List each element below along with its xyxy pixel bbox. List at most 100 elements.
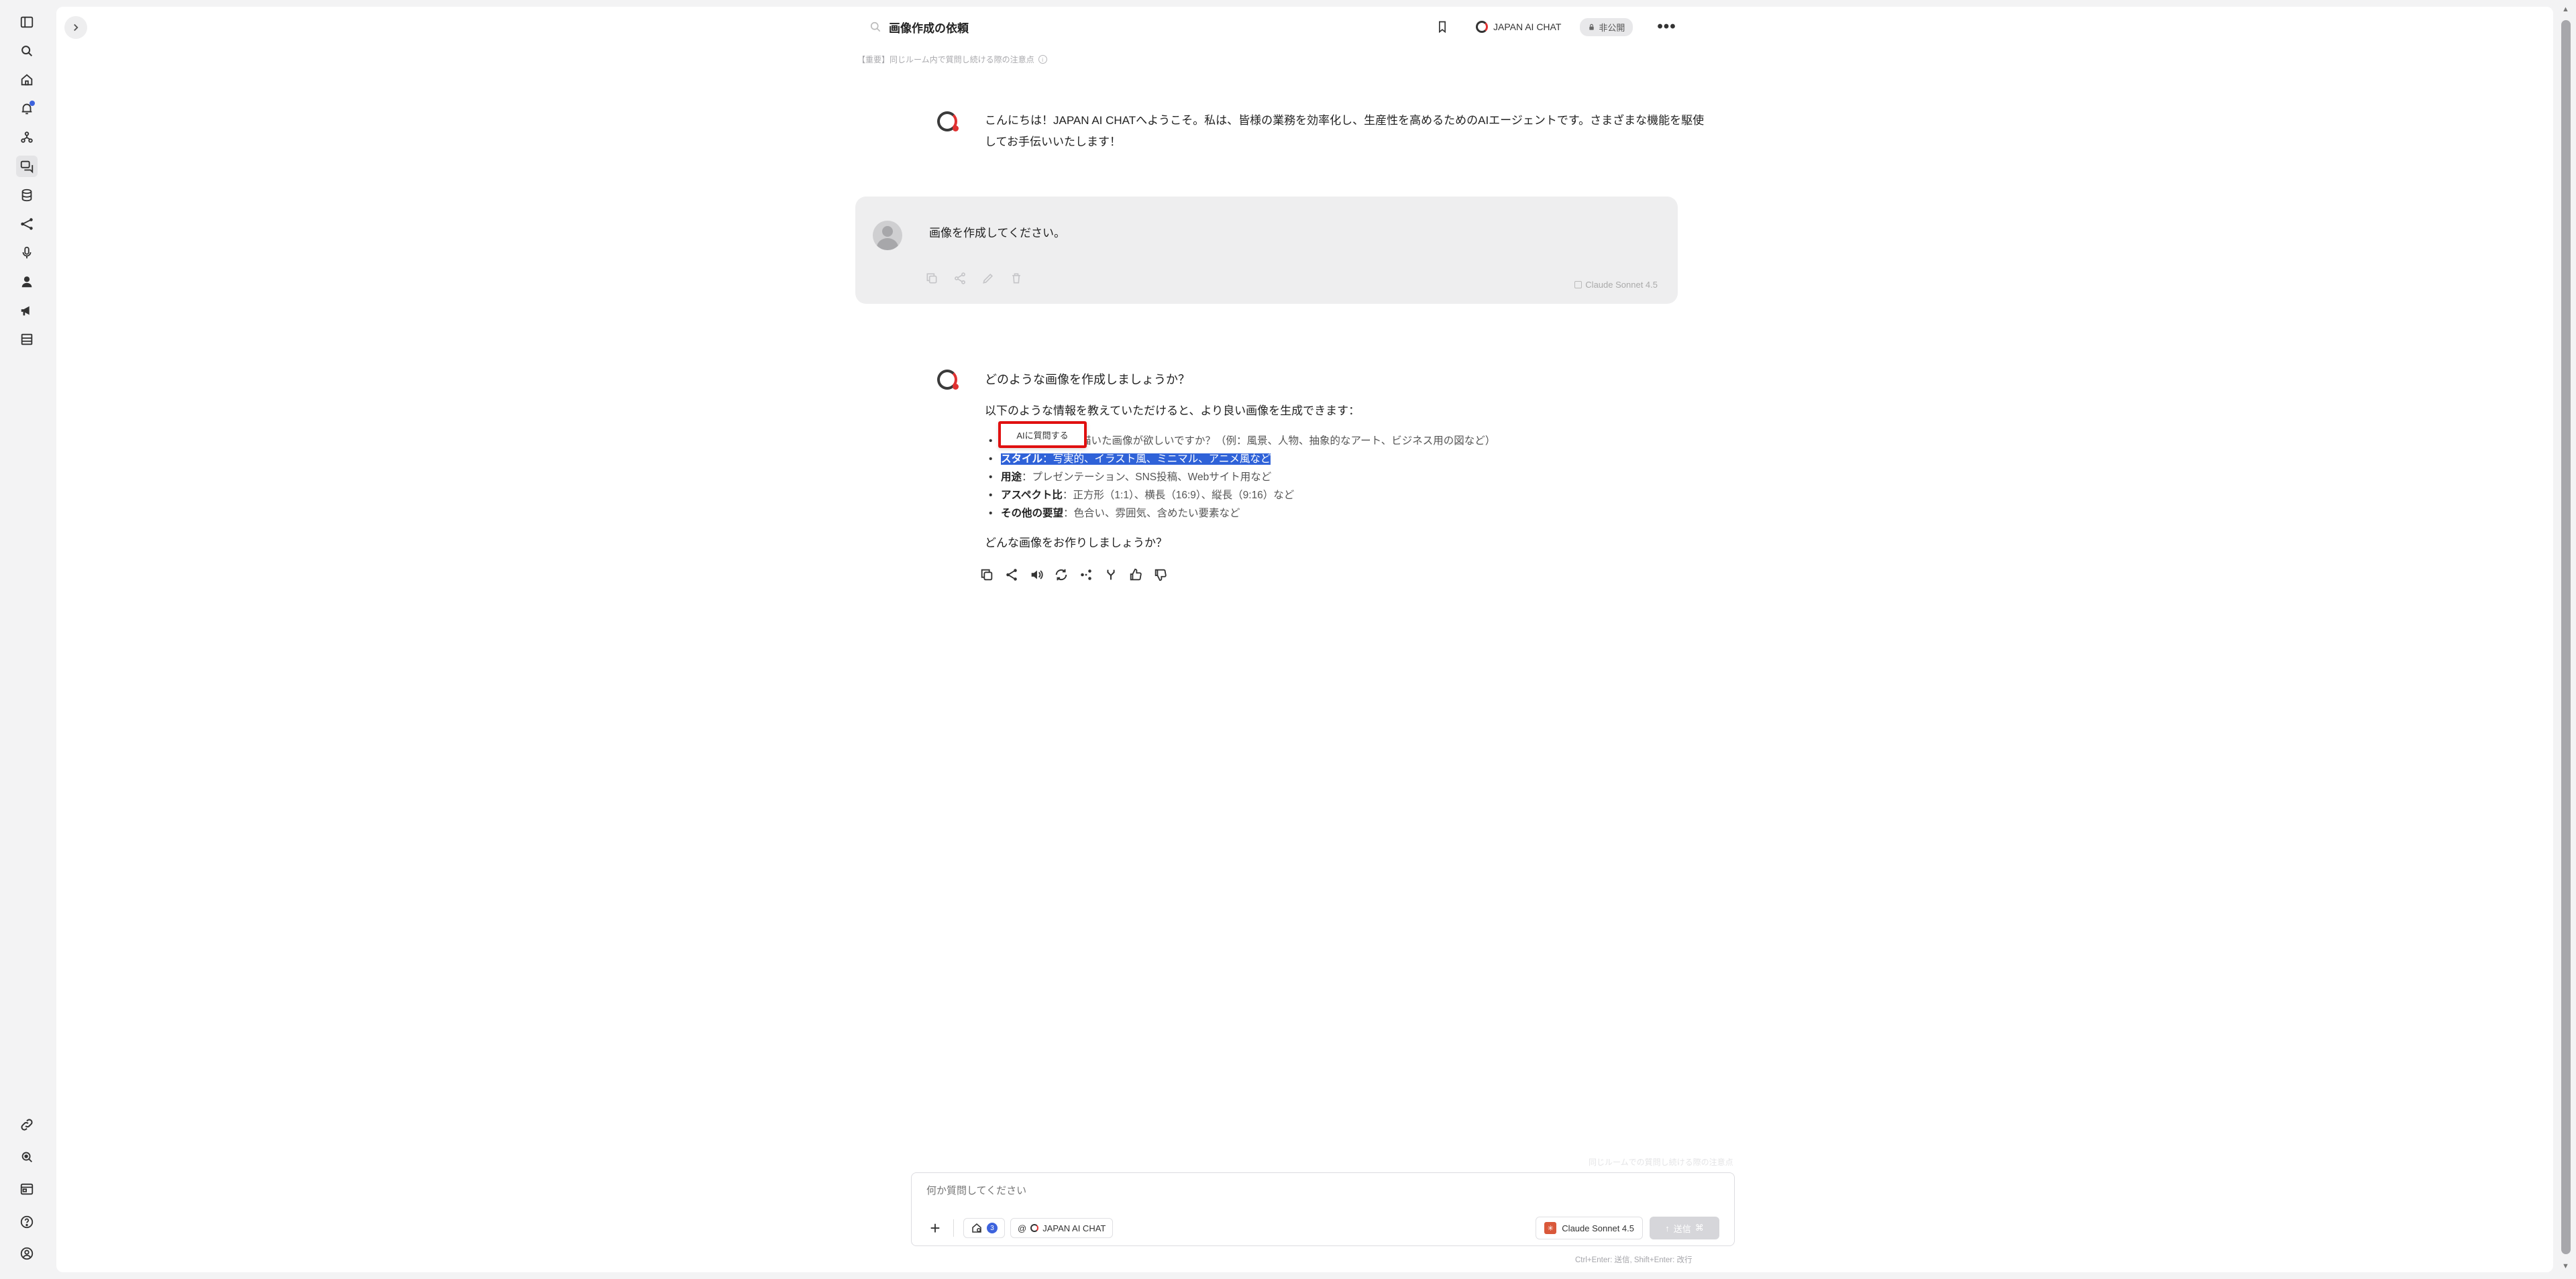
megaphone-icon[interactable] <box>16 300 38 321</box>
bullet-label: スタイル <box>1001 453 1043 465</box>
message-input[interactable] <box>926 1185 1530 1197</box>
visibility-label: 非公開 <box>1599 22 1625 33</box>
copy-icon[interactable] <box>925 272 938 285</box>
bullet-label: アスペクト比 <box>1001 490 1063 501</box>
thumbs-up-icon[interactable] <box>1128 567 1143 582</box>
lock-icon <box>1589 23 1595 30</box>
chat-header-title[interactable]: 画像作成の依頼 <box>869 15 969 39</box>
visibility-badge[interactable]: 非公開 <box>1580 17 1633 36</box>
model-tag-label: Claude Sonnet 4.5 <box>1585 280 1658 290</box>
list-item-selected: スタイル：写実的、イラスト風、ミニマル、アニメ風など <box>989 450 1495 468</box>
bullet-label: その他の要望 <box>1001 508 1064 519</box>
chat-composer: + 3 @ JAPAN AI CHAT ✳ Claude Sonnet 4.5 … <box>911 1172 1735 1246</box>
model-selector-label: Claude Sonnet 4.5 <box>1562 1223 1634 1233</box>
at-icon: @ <box>1018 1223 1027 1233</box>
bullet-text: ：写実的、イラスト風、ミニマル、アニメ風など <box>1042 453 1271 465</box>
scrollbar[interactable]: ▲ ▼ <box>2556 0 2576 1279</box>
info-icon: i <box>1038 55 1047 64</box>
sidebar-toggle-icon[interactable] <box>16 11 38 33</box>
composer-toolbar: + 3 @ JAPAN AI CHAT ✳ Claude Sonnet 4.5 … <box>926 1217 1719 1239</box>
model-selector[interactable]: ✳ Claude Sonnet 4.5 <box>1536 1217 1643 1239</box>
bullet-text: ：正方形（1:1）、横長（16:9）、縦長（9:16）など <box>1062 490 1295 501</box>
microphone-icon[interactable] <box>16 242 38 264</box>
chat-icon[interactable] <box>16 156 38 177</box>
search-icon[interactable] <box>16 40 38 62</box>
workflow-icon[interactable] <box>16 213 38 235</box>
ghost-hint: 同じルームでの質問し続ける際の注意点 <box>1589 1158 1733 1167</box>
list-item: アスペクト比：正方形（1:1）、横長（16:9）、縦長（9:16）など <box>989 486 1495 504</box>
claude-logo-icon: ✳ <box>1544 1222 1557 1234</box>
chevron-right-icon <box>74 23 78 32</box>
search-doc-icon[interactable] <box>16 1146 38 1168</box>
reply-outro: どんな画像をお作りしましょうか？ <box>985 537 1167 549</box>
table-icon[interactable] <box>16 329 38 350</box>
fork-icon[interactable] <box>1104 567 1118 582</box>
send-button[interactable]: ↑ 送信 ⌘ <box>1650 1217 1719 1239</box>
account-icon[interactable] <box>16 1243 38 1264</box>
tools-count-badge: 3 <box>987 1223 998 1233</box>
reply-intro: 以下のような情報を教えていただけると、より良い画像を生成できます： <box>985 404 1360 417</box>
search-icon <box>870 21 881 32</box>
agents-icon[interactable] <box>16 127 38 148</box>
copy-icon[interactable] <box>979 567 994 582</box>
expand-sidebar-button[interactable] <box>64 16 87 39</box>
send-arrow-icon: ↑ <box>1665 1223 1670 1233</box>
scroll-thumb[interactable] <box>2561 20 2571 1254</box>
notice-link[interactable]: 【重要】同じルーム内で質問し続ける際の注意点 i <box>857 54 1047 65</box>
scroll-up-icon[interactable]: ▲ <box>2562 5 2569 13</box>
person-icon[interactable] <box>16 271 38 292</box>
welcome-message: こんにちは！JAPAN AI CHATへようこそ。私は、皆様の業務を効率化し、生… <box>985 114 1705 148</box>
shortcut-hint: Ctrl+Enter: 送信, Shift+Enter: 改行 <box>1575 1256 1693 1264</box>
agent-logo-icon <box>1476 21 1488 33</box>
add-attachment-button[interactable]: + <box>926 1219 944 1237</box>
delete-icon[interactable] <box>1010 272 1023 285</box>
speaker-icon[interactable] <box>1029 567 1044 582</box>
bullet-label: 用途 <box>1001 471 1022 483</box>
database-icon[interactable] <box>16 184 38 206</box>
model-tag: Claude Sonnet 4.5 <box>1574 280 1658 290</box>
ask-ai-button[interactable]: AIに質問する <box>998 421 1087 448</box>
bullet-text: ：色合い、雰囲気、含めたい要素など <box>1063 508 1240 519</box>
regenerate-icon[interactable] <box>1054 567 1069 582</box>
selected-text: スタイル：写実的、イラスト風、ミニマル、アニメ風など <box>1001 453 1271 465</box>
notice-text: 【重要】同じルーム内で質問し続ける際の注意点 <box>857 55 1034 64</box>
enter-key-icon: ⌘ <box>1695 1223 1704 1233</box>
list-item: 用途：プレゼンテーション、SNS投稿、Webサイト用など <box>989 468 1495 486</box>
tools-button[interactable]: 3 <box>963 1218 1005 1238</box>
page-title: 画像作成の依頼 <box>889 21 969 35</box>
bullet-text: ：プレゼンテーション、SNS投稿、Webサイト用など <box>1022 471 1272 483</box>
home-icon[interactable] <box>16 69 38 91</box>
user-message-card: 画像を作成してください。 Claude Sonnet 4.5 <box>855 197 1678 304</box>
user-message-actions <box>925 272 1023 285</box>
agent-mention-chip[interactable]: @ JAPAN AI CHAT <box>1010 1218 1114 1238</box>
edit-icon[interactable] <box>981 272 995 285</box>
toolbar-divider <box>953 1219 954 1237</box>
share-icon[interactable] <box>1004 567 1019 582</box>
reply-heading: どのような画像を作成しましょうか？ <box>985 373 1190 386</box>
model-icon <box>1574 281 1582 288</box>
agent-logo-icon <box>1030 1224 1039 1232</box>
share-icon[interactable] <box>953 272 967 285</box>
more-options-button[interactable]: ••• <box>1657 19 1676 35</box>
reply-actions <box>979 567 1168 582</box>
bookmark-icon <box>1439 21 1446 34</box>
notification-icon[interactable] <box>16 98 38 119</box>
left-sidebar <box>0 0 54 1279</box>
agent-name: JAPAN AI CHAT <box>1493 21 1562 32</box>
user-avatar <box>873 221 902 250</box>
notification-dot <box>30 101 35 106</box>
branch-icon[interactable] <box>1079 567 1093 582</box>
ai-avatar <box>937 111 959 131</box>
window-icon[interactable] <box>16 1178 38 1200</box>
send-label: 送信 <box>1673 1223 1691 1234</box>
help-icon[interactable] <box>16 1211 38 1233</box>
ai-avatar <box>937 370 959 390</box>
thumbs-down-icon[interactable] <box>1153 567 1168 582</box>
scroll-down-icon[interactable]: ▼ <box>2562 1262 2569 1270</box>
agent-selector[interactable]: JAPAN AI CHAT <box>1476 21 1561 33</box>
agent-chip-label: JAPAN AI CHAT <box>1042 1223 1106 1233</box>
link-icon[interactable] <box>16 1114 38 1135</box>
bookmark-button[interactable] <box>1433 17 1452 36</box>
list-item: その他の要望：色合い、雰囲気、含めたい要素など <box>989 504 1495 522</box>
user-message-text: 画像を作成してください。 <box>929 227 1065 239</box>
